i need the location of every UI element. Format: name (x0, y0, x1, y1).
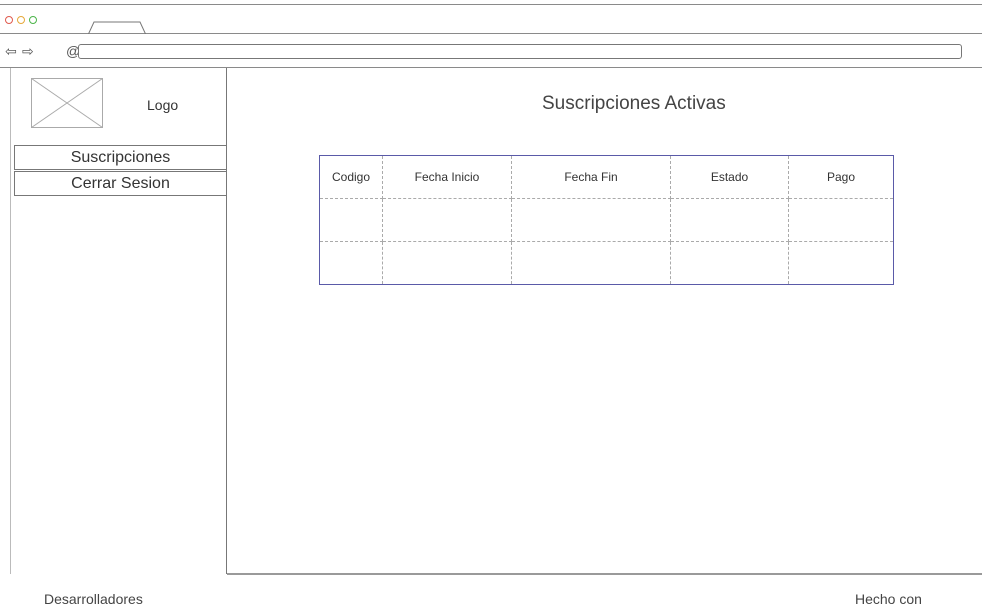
column-header-pago: Pago (788, 155, 894, 199)
menu-suscripciones-button[interactable]: Suscripciones (14, 145, 227, 170)
close-window-icon[interactable] (5, 16, 13, 24)
browser-window: ⇦ ⇨ @ Logo Suscripciones Cerrar Sesion S… (0, 0, 982, 616)
forward-arrow-icon[interactable]: ⇨ (22, 44, 34, 58)
table-header-row: Codigo Fecha Inicio Fecha Fin Estado Pag… (319, 155, 894, 199)
column-header-fecha-fin: Fecha Fin (511, 155, 671, 199)
logo-placeholder-icon (31, 78, 103, 128)
browser-tab[interactable] (88, 21, 148, 35)
menu-cerrar-sesion-button[interactable]: Cerrar Sesion (14, 171, 227, 196)
footer-developers-link[interactable]: Desarrolladores (44, 591, 143, 607)
footer-divider (227, 573, 982, 575)
table-cell (319, 241, 383, 285)
table-cell (382, 198, 512, 242)
table-cell (319, 198, 383, 242)
table-cell (511, 198, 671, 242)
table-row (319, 241, 894, 285)
minimize-window-icon[interactable] (17, 16, 25, 24)
column-header-estado: Estado (670, 155, 789, 199)
address-row: ⇦ ⇨ @ (0, 34, 982, 68)
maximize-window-icon[interactable] (29, 16, 37, 24)
url-input[interactable] (78, 44, 962, 59)
logo-label: Logo (147, 97, 179, 113)
title-bar (0, 4, 982, 35)
table-cell (382, 241, 512, 285)
table-cell (788, 241, 894, 285)
column-header-codigo: Codigo (319, 155, 383, 199)
footer-made-with-text: Hecho con (855, 591, 922, 607)
table-cell (670, 241, 789, 285)
table-cell (511, 241, 671, 285)
column-header-fecha-inicio: Fecha Inicio (382, 155, 512, 199)
subscriptions-table: Codigo Fecha Inicio Fecha Fin Estado Pag… (319, 155, 894, 285)
page-title: Suscripciones Activas (542, 93, 726, 114)
table-cell (670, 198, 789, 242)
sidebar: Logo Suscripciones Cerrar Sesion (10, 68, 227, 574)
table-cell (788, 198, 894, 242)
table-row (319, 198, 894, 242)
back-arrow-icon[interactable]: ⇦ (5, 44, 17, 58)
